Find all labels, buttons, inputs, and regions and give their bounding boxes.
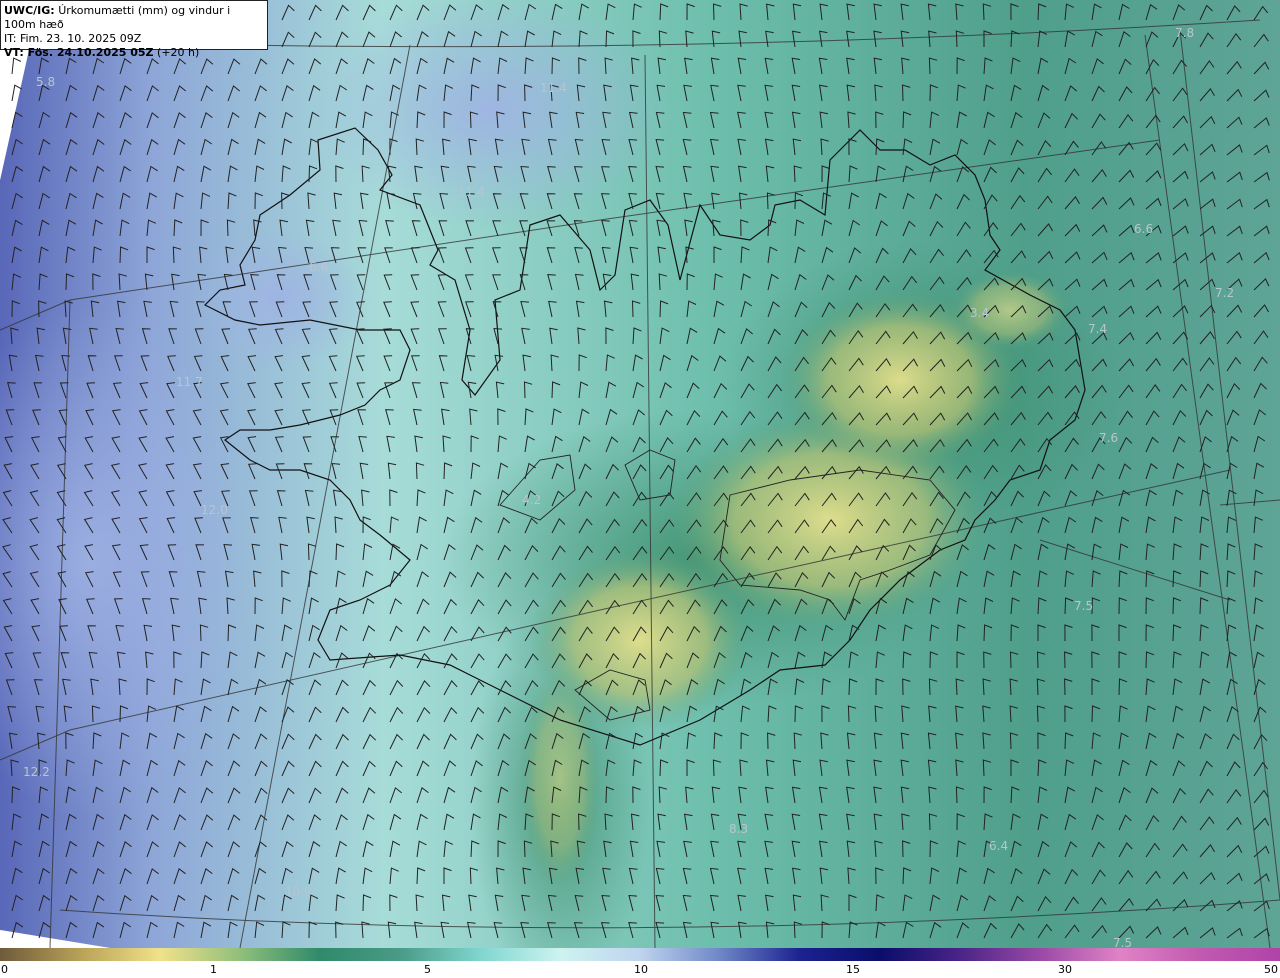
map-value: 6.6 bbox=[1134, 222, 1153, 236]
colorbar-tick: 10 bbox=[634, 963, 648, 976]
map-value: 7.2 bbox=[1215, 286, 1234, 300]
map-value: 12.0 bbox=[201, 503, 228, 517]
map-value: 7.8 bbox=[1175, 26, 1194, 40]
colorbar-tick: 5 bbox=[424, 963, 431, 976]
map-value: 7.6 bbox=[1099, 431, 1118, 445]
map-value: 3.4 bbox=[970, 306, 989, 320]
precipitation-wind-map: 7.8 5.8 11.4 11.4 6.6 6.6 7.2 7.4 3.4 11… bbox=[0, 0, 1280, 948]
map-header: UWC/IG: Úrkomumætti (mm) og vindur i 100… bbox=[0, 0, 268, 59]
valid-time: VT: Fös. 24.10.2025 05Z bbox=[4, 46, 154, 59]
lead-time: (+20 h) bbox=[157, 46, 200, 59]
map-value: 10.9 bbox=[285, 885, 312, 899]
colorbar-tick: 50 bbox=[1264, 963, 1278, 976]
colorbar-labels: 0 1 5 10 15 30 50 bbox=[0, 962, 1280, 978]
map-value: 7.5 bbox=[1074, 599, 1093, 613]
map-value: 7.5 bbox=[1113, 936, 1132, 948]
map-value: 11.7 bbox=[176, 375, 203, 389]
map-value: 7.4 bbox=[1088, 322, 1107, 336]
map-value: 11.4 bbox=[540, 81, 567, 95]
colorbar-tick: 0 bbox=[1, 963, 8, 976]
map-value: 6.4 bbox=[989, 839, 1008, 853]
map-value: 11.4 bbox=[458, 185, 485, 199]
map-value: 4.2 bbox=[522, 493, 541, 507]
initial-time: IT: Fim. 23. 10. 2025 09Z bbox=[4, 32, 142, 45]
map-value: 6.6 bbox=[309, 260, 328, 274]
map-value: 8.3 bbox=[729, 822, 748, 836]
colorbar bbox=[0, 948, 1280, 961]
map-value: 5.8 bbox=[36, 75, 55, 89]
model-code: UWC/IG: bbox=[4, 4, 55, 17]
colorbar-tick: 30 bbox=[1058, 963, 1072, 976]
map-value: 12.2 bbox=[23, 765, 50, 779]
colorbar-tick: 15 bbox=[846, 963, 860, 976]
colorbar-tick: 1 bbox=[210, 963, 217, 976]
